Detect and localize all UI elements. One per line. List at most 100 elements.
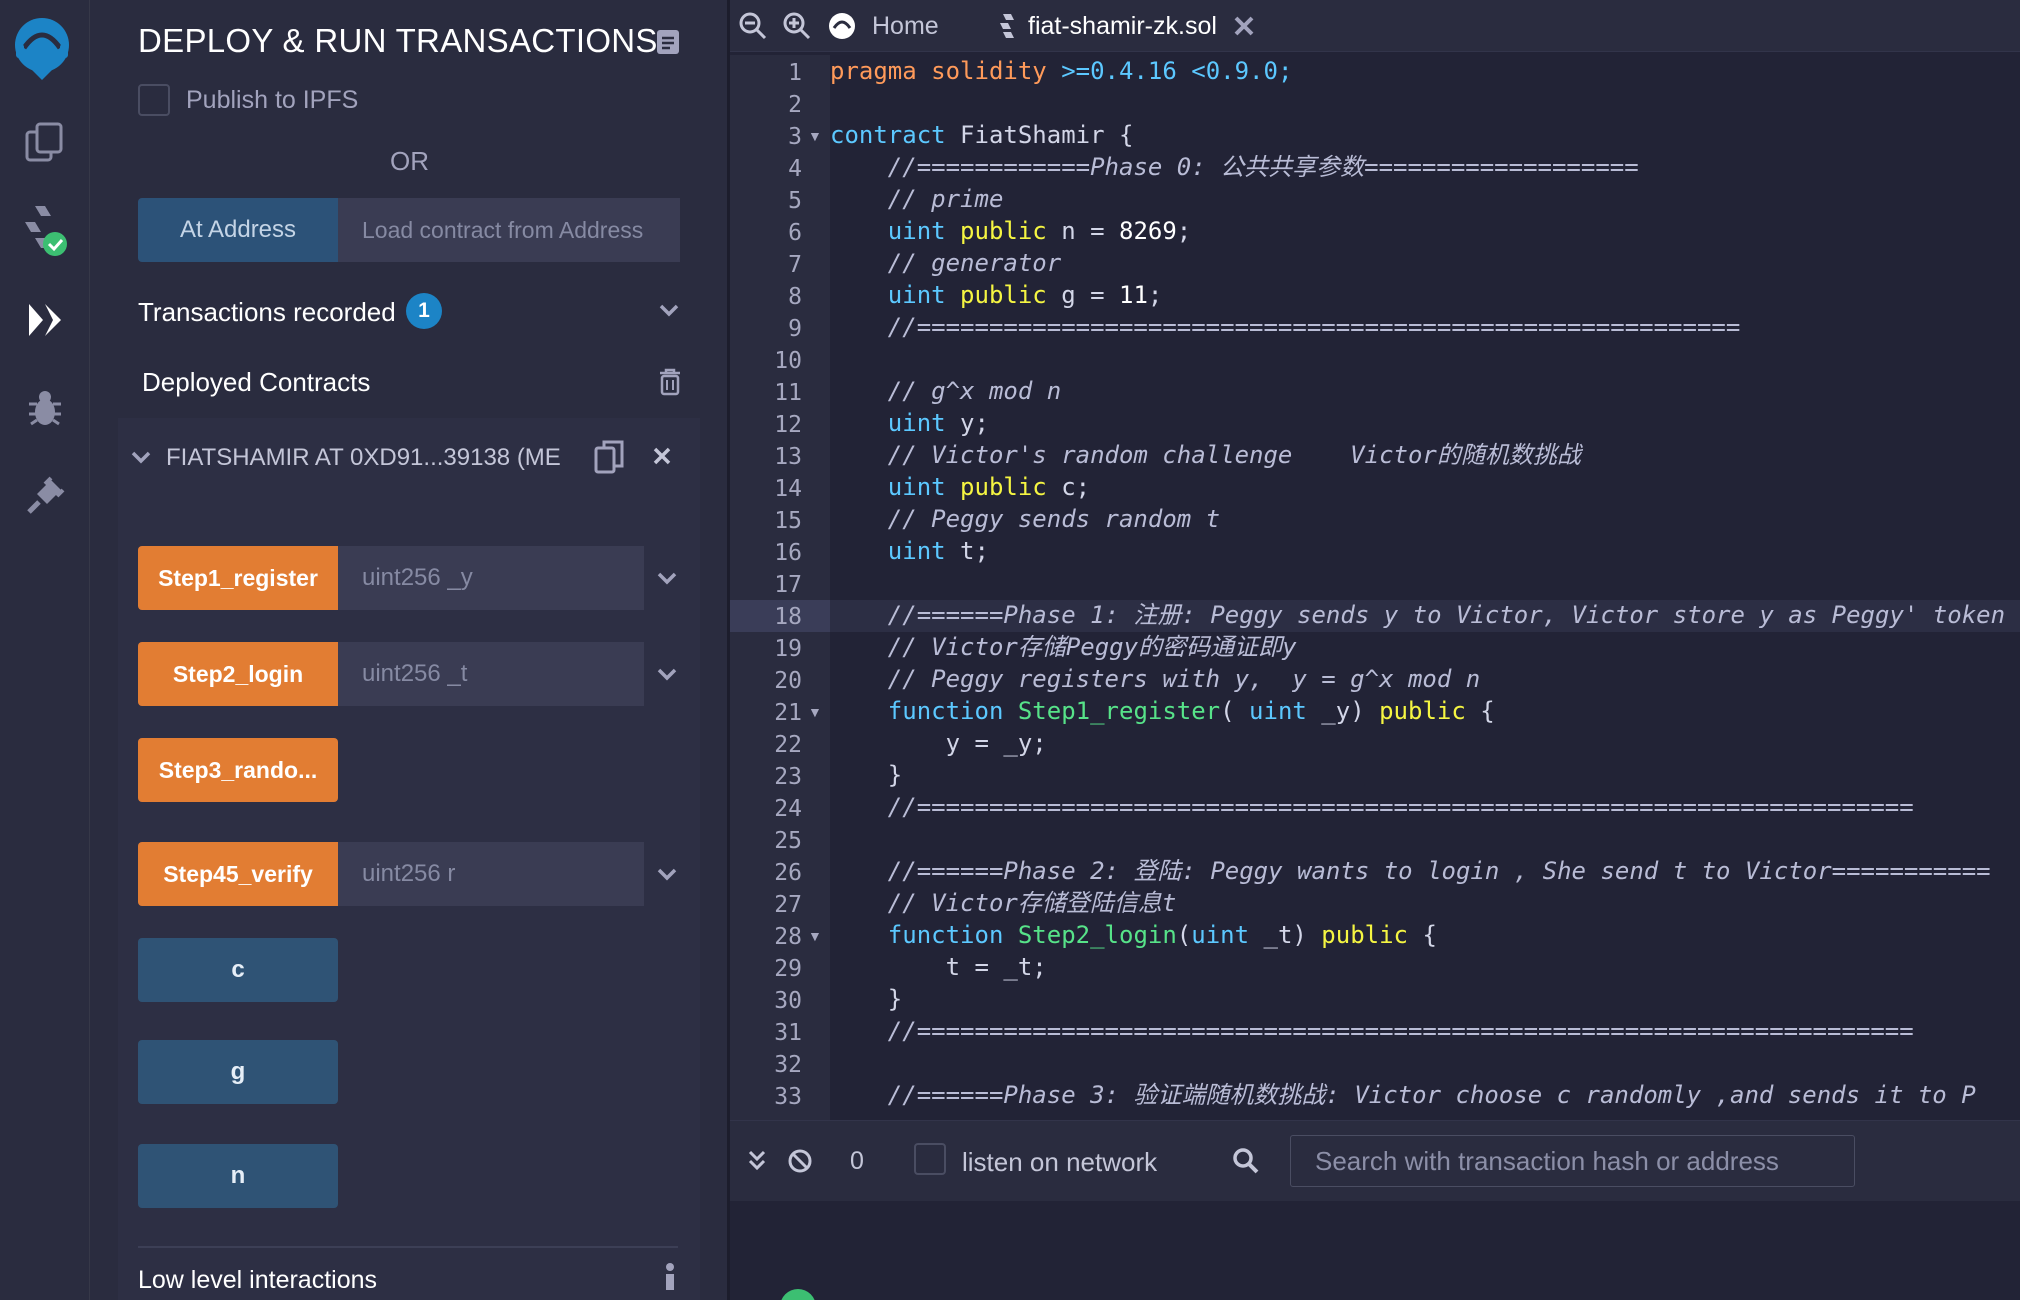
code-line-16: uint t;	[887, 537, 989, 565]
solidity-compiler-icon[interactable]	[15, 200, 75, 260]
code-line-19: // Victor存储Peggy的密码通证即y	[830, 633, 1297, 661]
step45-param-input[interactable]: uint256 r	[338, 842, 644, 906]
instance-collapse-chevron-icon[interactable]	[130, 446, 152, 473]
step2-param-input[interactable]: uint256 _t	[338, 642, 644, 706]
code-line-11: // g^x mod n	[830, 377, 1062, 405]
panel-docs-icon[interactable]	[655, 28, 681, 61]
remove-instance-close-icon[interactable]	[652, 446, 672, 471]
transactions-recorded-label[interactable]: Transactions recorded	[138, 297, 396, 328]
step1-register-button[interactable]: Step1_register	[138, 546, 338, 610]
code-line-6: uint public n = 8269;	[887, 217, 1192, 245]
code-line-14: uint public c;	[887, 473, 1091, 501]
getter-g-button[interactable]: g	[138, 1040, 338, 1104]
line-number: 9	[788, 316, 802, 342]
collapse-terminal-icon[interactable]	[746, 1149, 768, 1178]
code-line-23: }	[830, 761, 903, 789]
fold-arrow-3-icon[interactable]: ▼	[808, 120, 822, 152]
transaction-search-input[interactable]: Search with transaction hash or address	[1290, 1135, 1855, 1187]
step1-param-input[interactable]: uint256 _y	[338, 546, 644, 610]
deployed-contracts-label: Deployed Contracts	[142, 367, 371, 397]
copy-address-icon[interactable]	[594, 440, 624, 479]
low-level-interactions-label: Low level interactions	[138, 1266, 378, 1294]
code-line-29: t = _t;	[830, 953, 1047, 981]
step45-expand-chevron-icon[interactable]	[655, 862, 679, 891]
code-line-24: //======================================…	[830, 793, 1914, 821]
instance-title[interactable]: FIATSHAMIR AT 0XD91...39138 (ME	[166, 444, 566, 472]
code-line-28: function Step2_login(uint _t) public {	[887, 921, 1437, 949]
line-number: 30	[774, 988, 802, 1014]
line-number: 12	[774, 412, 802, 438]
code-line-8: uint public g = 11;	[887, 281, 1163, 309]
deploy-run-icon[interactable]	[15, 290, 75, 350]
getter-n-button[interactable]: n	[138, 1144, 338, 1208]
terminal-search-icon	[1232, 1147, 1260, 1180]
code-line-21: function Step1_register( uint _y) public…	[887, 697, 1495, 725]
zoom-in-icon[interactable]	[782, 0, 812, 52]
at-address-button[interactable]: At Address	[138, 198, 338, 262]
line-number: 14	[774, 476, 802, 502]
close-tab-icon[interactable]	[1233, 15, 1255, 37]
tab-fiat-shamir[interactable]: fiat-shamir-zk.sol	[998, 0, 1255, 52]
line-number: 31	[774, 1020, 802, 1046]
home-tab-label: Home	[872, 11, 939, 40]
step3-random-button[interactable]: Step3_rando...	[138, 738, 338, 802]
code-line-33: //======Phase 3: 验证端随机数挑战: Victor choose…	[830, 1081, 1976, 1109]
solidity-file-icon	[998, 12, 1016, 40]
code-line-13: // Victor's random challenge Victor的随机数挑…	[830, 441, 1581, 469]
step2-expand-chevron-icon[interactable]	[655, 662, 679, 691]
line-number: 2	[788, 92, 802, 118]
line-number: 4	[788, 156, 802, 182]
low-level-info-icon[interactable]	[663, 1262, 677, 1297]
step2-login-button[interactable]: Step2_login	[138, 642, 338, 706]
code-line-1: pragma solidity >=0.4.16 <0.9.0;	[830, 57, 1293, 85]
at-address-input[interactable]: Load contract from Address	[338, 198, 680, 262]
step1-expand-chevron-icon[interactable]	[655, 566, 679, 595]
step45-verify-button[interactable]: Step45_verify	[138, 842, 338, 906]
code-line-30: }	[830, 985, 903, 1013]
line-number: 8	[788, 284, 802, 310]
tab-home[interactable]: Home	[826, 0, 939, 52]
fold-arrow-28-icon[interactable]: ▼	[808, 920, 822, 952]
code-line-18: //======Phase 1: 注册: Peggy sends y to Vi…	[830, 601, 2006, 629]
line-number: 23	[774, 764, 802, 790]
editor-tabs: Home fiat-shamir-zk.sol	[730, 0, 2020, 52]
terminal-toolbar: 0 listen on network Search with transact…	[730, 1121, 2020, 1201]
listen-network-label: listen on network	[962, 1147, 1158, 1177]
line-number: 7	[788, 252, 802, 278]
code-line-5: // prime	[830, 185, 1004, 213]
line-number: 17	[774, 572, 802, 598]
remix-logo-icon[interactable]	[2, 10, 82, 80]
getter-c-button[interactable]: c	[138, 938, 338, 1002]
zoom-out-icon[interactable]	[738, 0, 768, 52]
clear-console-icon[interactable]	[786, 1147, 814, 1180]
fold-arrow-21-icon[interactable]: ▼	[808, 696, 822, 728]
file-explorer-icon[interactable]	[15, 112, 75, 172]
code-line-20: // Peggy registers with y, y = g^x mod n	[830, 665, 1481, 693]
publish-ipfs-label: Publish to IPFS	[186, 86, 359, 114]
line-number: 16	[774, 540, 802, 566]
line-number: 25	[774, 828, 802, 854]
code-editor[interactable]: pragma solidity >=0.4.16 <0.9.0; contrac…	[830, 55, 2020, 1120]
publish-ipfs-checkbox[interactable]	[138, 84, 170, 116]
line-number: 5	[788, 188, 802, 214]
line-number: 1	[788, 60, 802, 86]
plugin-manager-icon[interactable]	[15, 466, 75, 526]
or-divider-label: OR	[390, 146, 429, 176]
code-line-26: //======Phase 2: 登陆: Peggy wants to logi…	[830, 857, 1991, 885]
line-number: 19	[774, 636, 802, 662]
transactions-chevron-icon[interactable]	[657, 298, 681, 327]
code-line-15: // Peggy sends random t	[830, 505, 1221, 533]
code-line-12: uint y;	[887, 409, 989, 437]
line-number: 6	[788, 220, 802, 246]
line-number: 21	[774, 700, 802, 726]
code-line-7: // generator	[830, 249, 1062, 277]
contract-instance: FIATSHAMIR AT 0XD91...39138 (ME Step1_re…	[118, 418, 700, 1300]
line-number: 11	[774, 380, 802, 406]
listen-network-checkbox[interactable]	[914, 1143, 946, 1175]
terminal-panel: 0 listen on network Search with transact…	[730, 1120, 2020, 1300]
home-tab-logo-icon	[826, 10, 858, 42]
code-line-22: y = _y;	[830, 729, 1047, 757]
transactions-count-badge: 1	[406, 293, 442, 329]
clear-instances-trash-icon[interactable]	[658, 368, 682, 401]
debugger-icon[interactable]	[15, 378, 75, 438]
